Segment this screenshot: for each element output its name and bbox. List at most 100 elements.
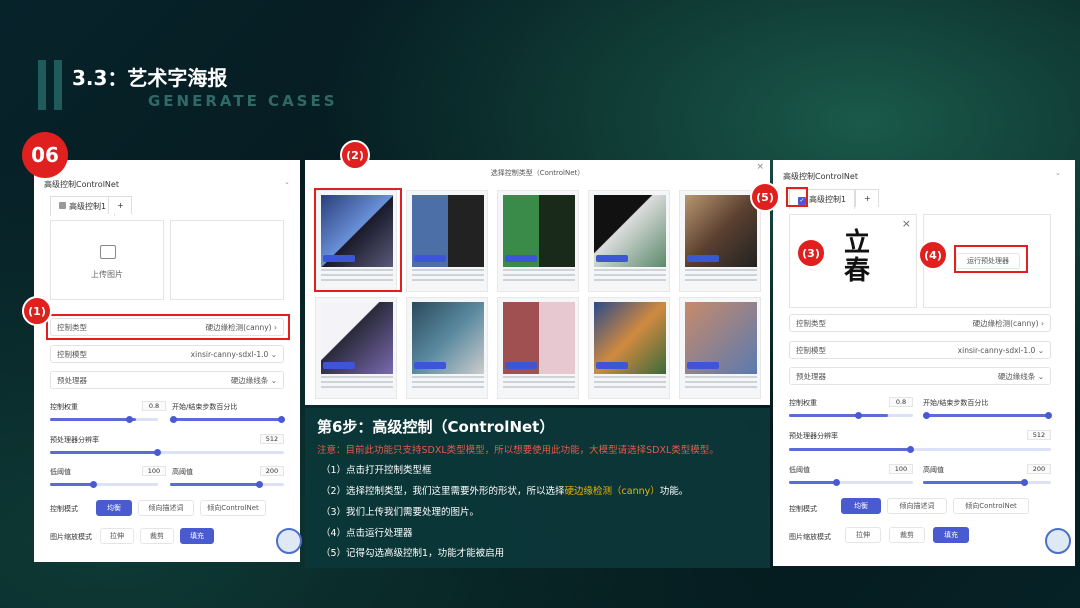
range-slider[interactable] (923, 412, 1052, 419)
collapse-icon[interactable]: ⌄ (284, 178, 290, 186)
slider-knob[interactable] (256, 481, 263, 488)
weight-slider[interactable] (789, 412, 913, 419)
slider-knob[interactable] (907, 446, 914, 453)
resolution-slider[interactable] (50, 449, 284, 456)
control-type-select[interactable]: 控制类型 硬边缘检测(canny) › (789, 314, 1051, 332)
field-label: 预处理器 (796, 371, 826, 381)
control-model-select[interactable]: 控制模型 xinsir-canny-sdxl-1.0 ⌄ (50, 345, 284, 363)
step-item: （3）我们上传我们需要处理的图片。 (321, 507, 480, 518)
low-threshold-value[interactable]: 100 (889, 464, 913, 474)
collapse-icon[interactable]: ⌄ (1055, 169, 1061, 177)
high-threshold-slider[interactable] (170, 481, 284, 488)
tab-control1[interactable]: 高级控制1 (50, 196, 116, 216)
checkbox-icon[interactable] (59, 202, 66, 209)
scale-crop-button[interactable]: 裁剪 (889, 527, 925, 543)
resolution-slider[interactable] (789, 446, 1051, 453)
control-mode-label: 控制模式 (789, 505, 817, 513)
upload-area[interactable]: 上传图片 (50, 220, 164, 300)
mode-prompt-button[interactable]: 倾向描述词 (138, 500, 194, 516)
scale-mode-label: 图片缩放模式 (50, 533, 92, 541)
scale-crop-button[interactable]: 裁剪 (140, 528, 174, 544)
preprocessor-select[interactable]: 预处理器 硬边缘线条 ⌄ (50, 371, 284, 389)
step-title: 第6步：高级控制（ControlNet） (317, 418, 555, 436)
mode-balanced-button[interactable]: 均衡 (96, 500, 132, 516)
low-threshold-value[interactable]: 100 (142, 466, 166, 476)
mode-prompt-button[interactable]: 倾向描述词 (887, 498, 947, 514)
resolution-value[interactable]: 512 (260, 434, 284, 444)
high-threshold-value[interactable]: 200 (260, 466, 284, 476)
chevron-right-icon: › (1041, 318, 1044, 328)
card-softedge[interactable] (406, 190, 488, 292)
scale-stretch-button[interactable]: 拉伸 (845, 527, 881, 543)
chevron-down-icon: ⌄ (270, 349, 277, 359)
close-icon[interactable]: × (756, 162, 764, 172)
preview-area (170, 220, 284, 300)
field-label: 控制模型 (57, 349, 87, 359)
add-tab-button[interactable]: + (855, 189, 879, 207)
card-ip-adapter[interactable] (588, 297, 670, 399)
step-item: （4）点击运行处理器 (321, 528, 413, 539)
slider-knob[interactable] (170, 416, 177, 423)
page-title: 3.3：艺术字海报 (72, 66, 228, 90)
preprocessor-select[interactable]: 预处理器 硬边缘线条 ⌄ (789, 367, 1051, 385)
card-mlsd[interactable] (679, 190, 761, 292)
field-value: 硬边缘线条 (997, 371, 1036, 381)
slider-knob[interactable] (154, 449, 161, 456)
image-upload-icon (100, 245, 116, 259)
header-bar (38, 60, 46, 110)
scale-fill-button[interactable]: 填充 (180, 528, 214, 544)
tab-label: 高级控制1 (69, 202, 107, 211)
low-threshold-slider[interactable] (50, 481, 158, 488)
controlnet-panel-left: 高级控制ControlNet ⌄ 高级控制1 + 上传图片 控制类型 硬边缘检测(… (34, 160, 302, 562)
field-value: 硬边缘检测(canny) (972, 318, 1039, 328)
low-threshold-slider[interactable] (789, 479, 913, 486)
scale-fill-button[interactable]: 填充 (933, 527, 969, 543)
card-scribble[interactable] (588, 190, 670, 292)
range-slider[interactable] (170, 416, 285, 423)
marker-1: (1) (22, 296, 52, 326)
weight-value[interactable]: 0.8 (142, 401, 166, 411)
high-threshold-slider[interactable] (923, 479, 1051, 486)
card-segment[interactable] (497, 297, 579, 399)
scale-mode-label: 图片缩放模式 (789, 533, 831, 541)
tab-label: 高级控制1 (809, 195, 847, 204)
mode-controlnet-button[interactable]: 倾向ControlNet (200, 500, 266, 516)
slider-knob[interactable] (126, 416, 133, 423)
slider-knob[interactable] (90, 481, 97, 488)
robot-avatar-icon[interactable] (1045, 528, 1071, 554)
card-depth[interactable] (406, 297, 488, 399)
robot-avatar-icon[interactable] (276, 528, 302, 554)
slider-knob[interactable] (1045, 412, 1052, 419)
card-openpose[interactable] (315, 297, 397, 399)
range-label: 开始/结束步数百分比 (923, 399, 989, 407)
control-model-select[interactable]: 控制模型 xinsir-canny-sdxl-1.0 ⌄ (789, 341, 1051, 359)
mode-controlnet-button[interactable]: 倾向ControlNet (953, 498, 1029, 514)
step-number-badge: 06 (22, 132, 68, 178)
card-lineart[interactable] (497, 190, 579, 292)
section-title: 高级控制ControlNet (783, 172, 858, 181)
mode-balanced-button[interactable]: 均衡 (841, 498, 881, 514)
weight-value[interactable]: 0.8 (889, 397, 913, 407)
card-instantid[interactable] (679, 297, 761, 399)
resolution-label: 预处理器分辨率 (789, 432, 838, 440)
calligraphy-text: 立春 (843, 228, 870, 286)
slider-knob[interactable] (278, 416, 285, 423)
close-icon[interactable]: × (902, 217, 911, 230)
slider-knob[interactable] (833, 479, 840, 486)
high-threshold-value[interactable]: 200 (1027, 464, 1051, 474)
step-item-text: （2）选择控制类型，我们这里需要外形的形状，所以选择 (321, 486, 565, 497)
slider-knob[interactable] (855, 412, 862, 419)
chevron-down-icon: ⌄ (1037, 345, 1044, 355)
resolution-value[interactable]: 512 (1027, 430, 1051, 440)
slider-knob[interactable] (1021, 479, 1028, 486)
step-highlight: 硬边缘检测（canny） (564, 486, 660, 497)
scale-stretch-button[interactable]: 拉伸 (100, 528, 134, 544)
marker-2: (2) (340, 140, 370, 170)
add-tab-button[interactable]: + (108, 196, 132, 214)
slider-knob[interactable] (923, 412, 930, 419)
highlight-control-type (46, 314, 290, 340)
field-label: 预处理器 (57, 375, 87, 385)
step-item: （1）点击打开控制类型框 (321, 465, 432, 476)
weight-slider[interactable] (50, 416, 158, 423)
resolution-label: 预处理器分辨率 (50, 436, 99, 444)
